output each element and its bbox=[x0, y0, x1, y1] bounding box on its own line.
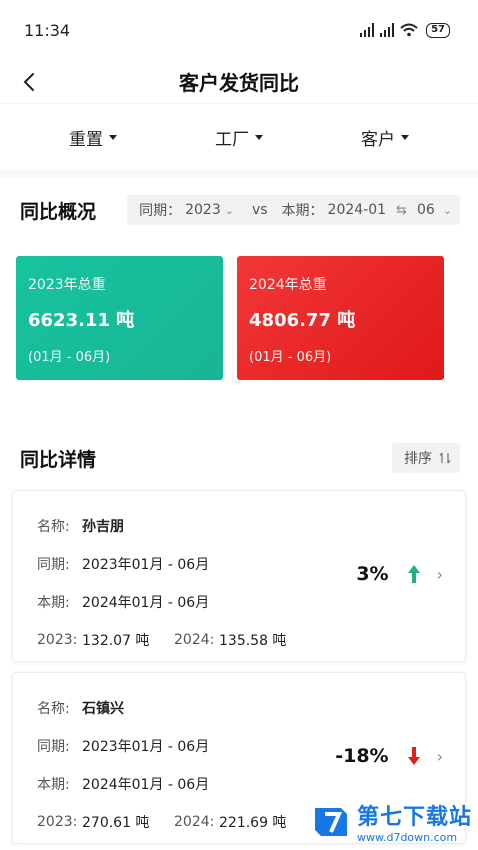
filter-reset[interactable]: 重置 bbox=[69, 125, 117, 150]
current-period-start[interactable]: 2024-01 bbox=[328, 202, 387, 218]
totals: 2023年总重 6623.11 吨 (01月 - 06月) 2024年总重 48… bbox=[0, 242, 478, 380]
back-button[interactable] bbox=[14, 66, 44, 98]
overview-title: 同比概况 bbox=[20, 200, 97, 223]
caret-down-icon bbox=[255, 134, 263, 140]
year-b-label: 2024: bbox=[174, 632, 215, 648]
chevron-down-icon[interactable]: ⌄ bbox=[443, 204, 452, 217]
signal-icon bbox=[360, 23, 375, 37]
chevron-right-icon[interactable]: › bbox=[437, 747, 443, 766]
total-range: (01月 - 06月) bbox=[249, 350, 332, 365]
year-a-label: 2023: bbox=[37, 814, 78, 830]
total-value: 6623.11 吨 bbox=[28, 310, 135, 331]
battery-icon: 57 bbox=[426, 22, 450, 38]
filter-label: 客户 bbox=[361, 129, 395, 150]
sort-button[interactable]: 排序 bbox=[392, 443, 460, 473]
chevron-right-icon[interactable]: › bbox=[437, 565, 443, 584]
status-bar: 11:34 57 bbox=[0, 0, 478, 60]
sort-label: 排序 bbox=[404, 451, 432, 467]
status-icons: 57 bbox=[360, 22, 450, 38]
current-label: 本期: bbox=[37, 777, 70, 793]
details-header: 同比详情 排序 bbox=[0, 426, 478, 490]
values-row: 2023: 132.07 吨 2024: 135.58 吨 bbox=[37, 621, 441, 659]
list-item[interactable]: 名称: 孙吉朋 同期: 2023年01月 - 06月 本期: 2024年01月 … bbox=[12, 490, 466, 662]
swap-icon: ⇆ bbox=[396, 202, 407, 218]
current-row: 本期: 2024年01月 - 06月 bbox=[37, 765, 441, 803]
compare-label: 同期: bbox=[37, 557, 70, 573]
current-period-label: 本期： bbox=[281, 203, 324, 219]
current-row: 本期: 2024年01月 - 06月 bbox=[37, 583, 441, 621]
details-title: 同比详情 bbox=[20, 448, 97, 471]
period-selector: 同期： 2023 ⌄ vs 本期： 2024-01 ⇆ 06 ⌄ bbox=[127, 195, 460, 225]
arrow-up-icon bbox=[407, 565, 420, 583]
caret-down-icon bbox=[401, 134, 409, 140]
name-label: 名称: bbox=[37, 701, 70, 717]
sort-icon bbox=[439, 452, 451, 464]
year-b-value: 135.58 吨 bbox=[219, 633, 287, 649]
nav-bar: 客户发货同比 bbox=[0, 60, 478, 104]
caret-down-icon bbox=[109, 134, 117, 140]
total-label: 2024年总重 bbox=[249, 277, 327, 293]
signal-icon-2 bbox=[380, 23, 395, 37]
filter-factory[interactable]: 工厂 bbox=[215, 125, 263, 150]
details-list: 名称: 孙吉朋 同期: 2023年01月 - 06月 本期: 2024年01月 … bbox=[0, 490, 478, 844]
chevron-left-icon bbox=[23, 73, 34, 91]
watermark-url: www.d7down.com bbox=[356, 831, 458, 844]
percent-block: 3% › bbox=[356, 563, 443, 585]
name-label: 名称: bbox=[37, 519, 70, 535]
compare-period-value[interactable]: 2023 bbox=[185, 202, 221, 218]
total-card-2023: 2023年总重 6623.11 吨 (01月 - 06月) bbox=[16, 256, 223, 380]
compare-label: 同期: bbox=[37, 739, 70, 755]
filter-bar: 重置 工厂 客户 bbox=[0, 104, 478, 178]
percent-block: -18% › bbox=[335, 745, 443, 767]
total-card-2024: 2024年总重 4806.77 吨 (01月 - 06月) bbox=[237, 256, 444, 380]
customer-name: 石镇兴 bbox=[82, 701, 124, 717]
filter-label: 重置 bbox=[69, 129, 103, 150]
year-a-label: 2023: bbox=[37, 632, 78, 648]
watermark-text: 第七下载站 www.d7down.com bbox=[357, 799, 472, 844]
year-a-value: 270.61 吨 bbox=[82, 815, 150, 831]
year-a-value: 132.07 吨 bbox=[82, 633, 150, 649]
compare-value: 2023年01月 - 06月 bbox=[82, 557, 210, 573]
chevron-down-icon[interactable]: ⌄ bbox=[225, 204, 234, 217]
current-value: 2024年01月 - 06月 bbox=[82, 595, 210, 611]
percent-value: 3% bbox=[356, 563, 389, 585]
vs-label: vs bbox=[251, 202, 268, 218]
total-range: (01月 - 06月) bbox=[28, 350, 111, 365]
total-value: 4806.77 吨 bbox=[249, 310, 356, 331]
wifi-icon bbox=[400, 23, 418, 37]
arrow-down-icon bbox=[407, 747, 420, 765]
current-value: 2024年01月 - 06月 bbox=[82, 777, 210, 793]
name-row: 名称: 孙吉朋 bbox=[37, 507, 441, 545]
current-period-end[interactable]: 06 bbox=[417, 202, 435, 218]
page-title: 客户发货同比 bbox=[179, 71, 299, 95]
customer-name: 孙吉朋 bbox=[82, 519, 124, 535]
total-label: 2023年总重 bbox=[28, 277, 106, 293]
year-b-label: 2024: bbox=[174, 814, 215, 830]
percent-value: -18% bbox=[335, 745, 389, 767]
watermark-logo-icon bbox=[314, 807, 347, 836]
filter-label: 工厂 bbox=[215, 129, 249, 150]
compare-period-label: 同期： bbox=[139, 203, 182, 219]
watermark-name: 第七下载站 bbox=[356, 805, 472, 830]
overview-header: 同比概况 同期： 2023 ⌄ vs 本期： 2024-01 ⇆ 06 ⌄ bbox=[0, 178, 478, 242]
year-b-value: 221.69 吨 bbox=[219, 815, 287, 831]
compare-value: 2023年01月 - 06月 bbox=[82, 739, 210, 755]
watermark: 第七下载站 www.d7down.com bbox=[311, 799, 472, 844]
current-label: 本期: bbox=[37, 595, 70, 611]
filter-customer[interactable]: 客户 bbox=[361, 125, 409, 150]
status-time: 11:34 bbox=[24, 20, 71, 40]
name-row: 名称: 石镇兴 bbox=[37, 689, 441, 727]
